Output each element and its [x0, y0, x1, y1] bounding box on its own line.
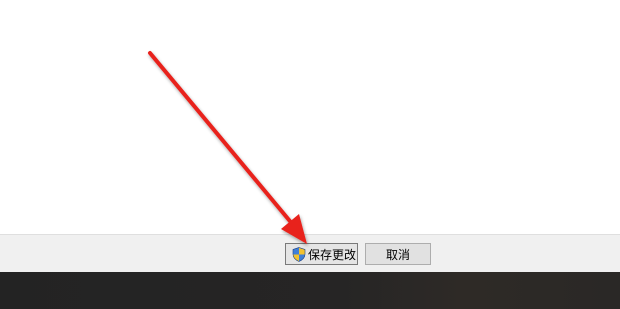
dialog-button-bar: 保存更改 取消: [0, 234, 620, 272]
uac-shield-icon: [292, 246, 306, 262]
cancel-label: 取消: [385, 247, 410, 262]
cancel-button[interactable]: 取消: [365, 243, 431, 265]
save-changes-button[interactable]: 保存更改: [285, 243, 358, 265]
save-changes-label: 保存更改: [308, 247, 357, 262]
taskbar: [0, 272, 620, 309]
dialog-content-area: [0, 0, 620, 234]
